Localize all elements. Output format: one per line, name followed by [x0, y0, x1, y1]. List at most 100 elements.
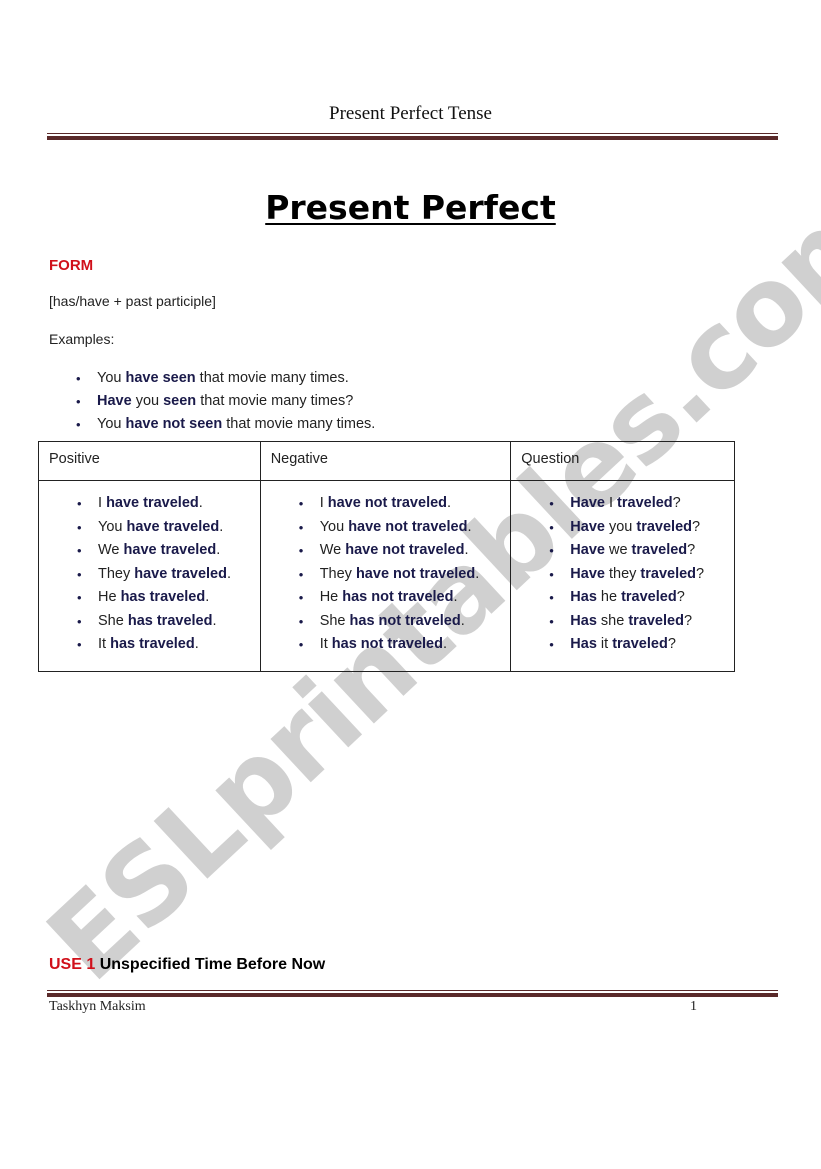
plain-text: . [216, 542, 221, 558]
plain-text: you [604, 518, 637, 535]
use-number: USE 1 [49, 956, 96, 973]
keyword-text: traveled [628, 612, 684, 629]
keyword-text: have traveled [126, 518, 220, 535]
list-item: They have not traveled. [299, 563, 511, 587]
keyword-text: traveled [640, 565, 697, 582]
list-item: Has he traveled? [549, 586, 734, 610]
keyword-text: Have [570, 518, 605, 535]
document-title: Present Perfect [265, 188, 556, 227]
keyword-text: Have [97, 393, 132, 409]
list-item: Have you traveled? [549, 516, 734, 540]
plain-text: You [97, 416, 126, 432]
list-item: It has traveled. [77, 633, 260, 657]
question-cell: Have I traveled?Have you traveled?Have w… [510, 480, 735, 672]
list-item: They have traveled. [77, 563, 260, 587]
conjugation-table: Positive Negative Question I have travel… [38, 441, 735, 672]
list-item: Have we traveled? [549, 539, 734, 563]
plain-text: She [98, 612, 128, 629]
plain-text: ? [683, 612, 693, 629]
list-item: She has not traveled. [299, 610, 511, 634]
keyword-text: have traveled [106, 495, 199, 511]
keyword-text: have not traveled [355, 565, 476, 582]
list-item: We have not traveled. [299, 539, 511, 563]
list-item: Have I traveled? [549, 492, 734, 516]
negative-cell: I have not traveled.You have not travele… [259, 480, 512, 672]
page-number: 1 [690, 999, 697, 1014]
plain-text: He [319, 589, 343, 605]
plain-text: He [98, 589, 121, 605]
keyword-text: have traveled [134, 565, 227, 582]
examples-list: You have seen that movie many times.Have… [76, 367, 375, 436]
use-text: Unspecified Time Before Now [99, 956, 326, 973]
keyword-text: has not traveled [349, 612, 461, 629]
keyword-text: Has [570, 612, 597, 629]
plain-text: . [212, 612, 217, 629]
header-negative: Negative [259, 441, 512, 481]
keyword-text: has traveled [120, 589, 206, 605]
plain-text: She [319, 612, 350, 629]
plain-text: . [475, 565, 480, 582]
keyword-text: traveled [631, 542, 688, 558]
keyword-text: traveled [612, 636, 668, 652]
keyword-text: have not seen [125, 416, 223, 432]
keyword-text: Have [570, 495, 605, 511]
keyword-text: has not traveled [342, 589, 454, 605]
plain-text: They [319, 565, 356, 582]
plain-text: he [596, 589, 622, 605]
plain-text: . [467, 518, 472, 535]
table-row: I have traveled.You have traveled.We hav… [38, 480, 735, 672]
page-header-title: Present Perfect Tense [329, 103, 492, 124]
plain-text: You [319, 518, 349, 535]
list-item: It has not traveled. [299, 633, 511, 657]
plain-text: we [604, 542, 632, 558]
plain-text: it [596, 636, 613, 652]
list-item: I have not traveled. [299, 492, 511, 516]
plain-text: ? [696, 565, 705, 582]
list-item: We have traveled. [77, 539, 260, 563]
plain-text: It [319, 636, 332, 652]
plain-text: They [98, 565, 135, 582]
keyword-text: traveled [621, 589, 677, 605]
plain-text: ? [692, 518, 701, 535]
keyword-text: Have [570, 565, 605, 582]
plain-text: It [98, 636, 111, 652]
list-item: Have they traveled? [549, 563, 734, 587]
keyword-text: have traveled [123, 542, 217, 558]
plain-text: you [131, 393, 164, 409]
keyword-text: traveled [617, 495, 673, 511]
plain-text: I [319, 495, 328, 511]
header-question: Question [510, 441, 735, 481]
plain-text: they [604, 565, 641, 582]
negative-list: I have not traveled.You have not travele… [261, 492, 511, 657]
keyword-text: Has [570, 589, 597, 605]
question-list: Have I traveled?Have you traveled?Have w… [511, 492, 734, 657]
plain-text: ? [676, 589, 685, 605]
plain-text: . [219, 518, 224, 535]
plain-text: ? [672, 495, 681, 511]
keyword-text: have not traveled [345, 542, 465, 558]
list-item: You have not traveled. [299, 516, 511, 540]
list-item: I have traveled. [77, 492, 260, 516]
plain-text: . [460, 612, 465, 629]
examples-label: Examples: [49, 331, 115, 347]
plain-text: I [604, 495, 618, 511]
positive-list: I have traveled.You have traveled.We hav… [39, 492, 260, 657]
plain-text: ? [687, 542, 696, 558]
plain-text: You [97, 370, 126, 386]
keyword-text: traveled [636, 518, 693, 535]
form-label: FORM [49, 257, 94, 274]
positive-cell: I have traveled.You have traveled.We hav… [38, 480, 261, 672]
list-item: Has she traveled? [549, 610, 734, 634]
plain-text: . [198, 495, 203, 511]
footer-divider [47, 990, 778, 997]
plain-text: that movie many times. [222, 416, 376, 432]
list-item: You have seen that movie many times. [76, 367, 375, 390]
keyword-text: has not traveled [331, 636, 443, 652]
list-item: He has traveled. [77, 586, 260, 610]
list-item: Have you seen that movie many times? [76, 390, 375, 413]
header-divider [47, 133, 778, 140]
form-formula: [has/have + past participle] [49, 293, 216, 309]
table-header-row: Positive Negative Question [38, 441, 735, 481]
keyword-text: has traveled [127, 612, 213, 629]
plain-text: that movie many times. [195, 370, 349, 386]
